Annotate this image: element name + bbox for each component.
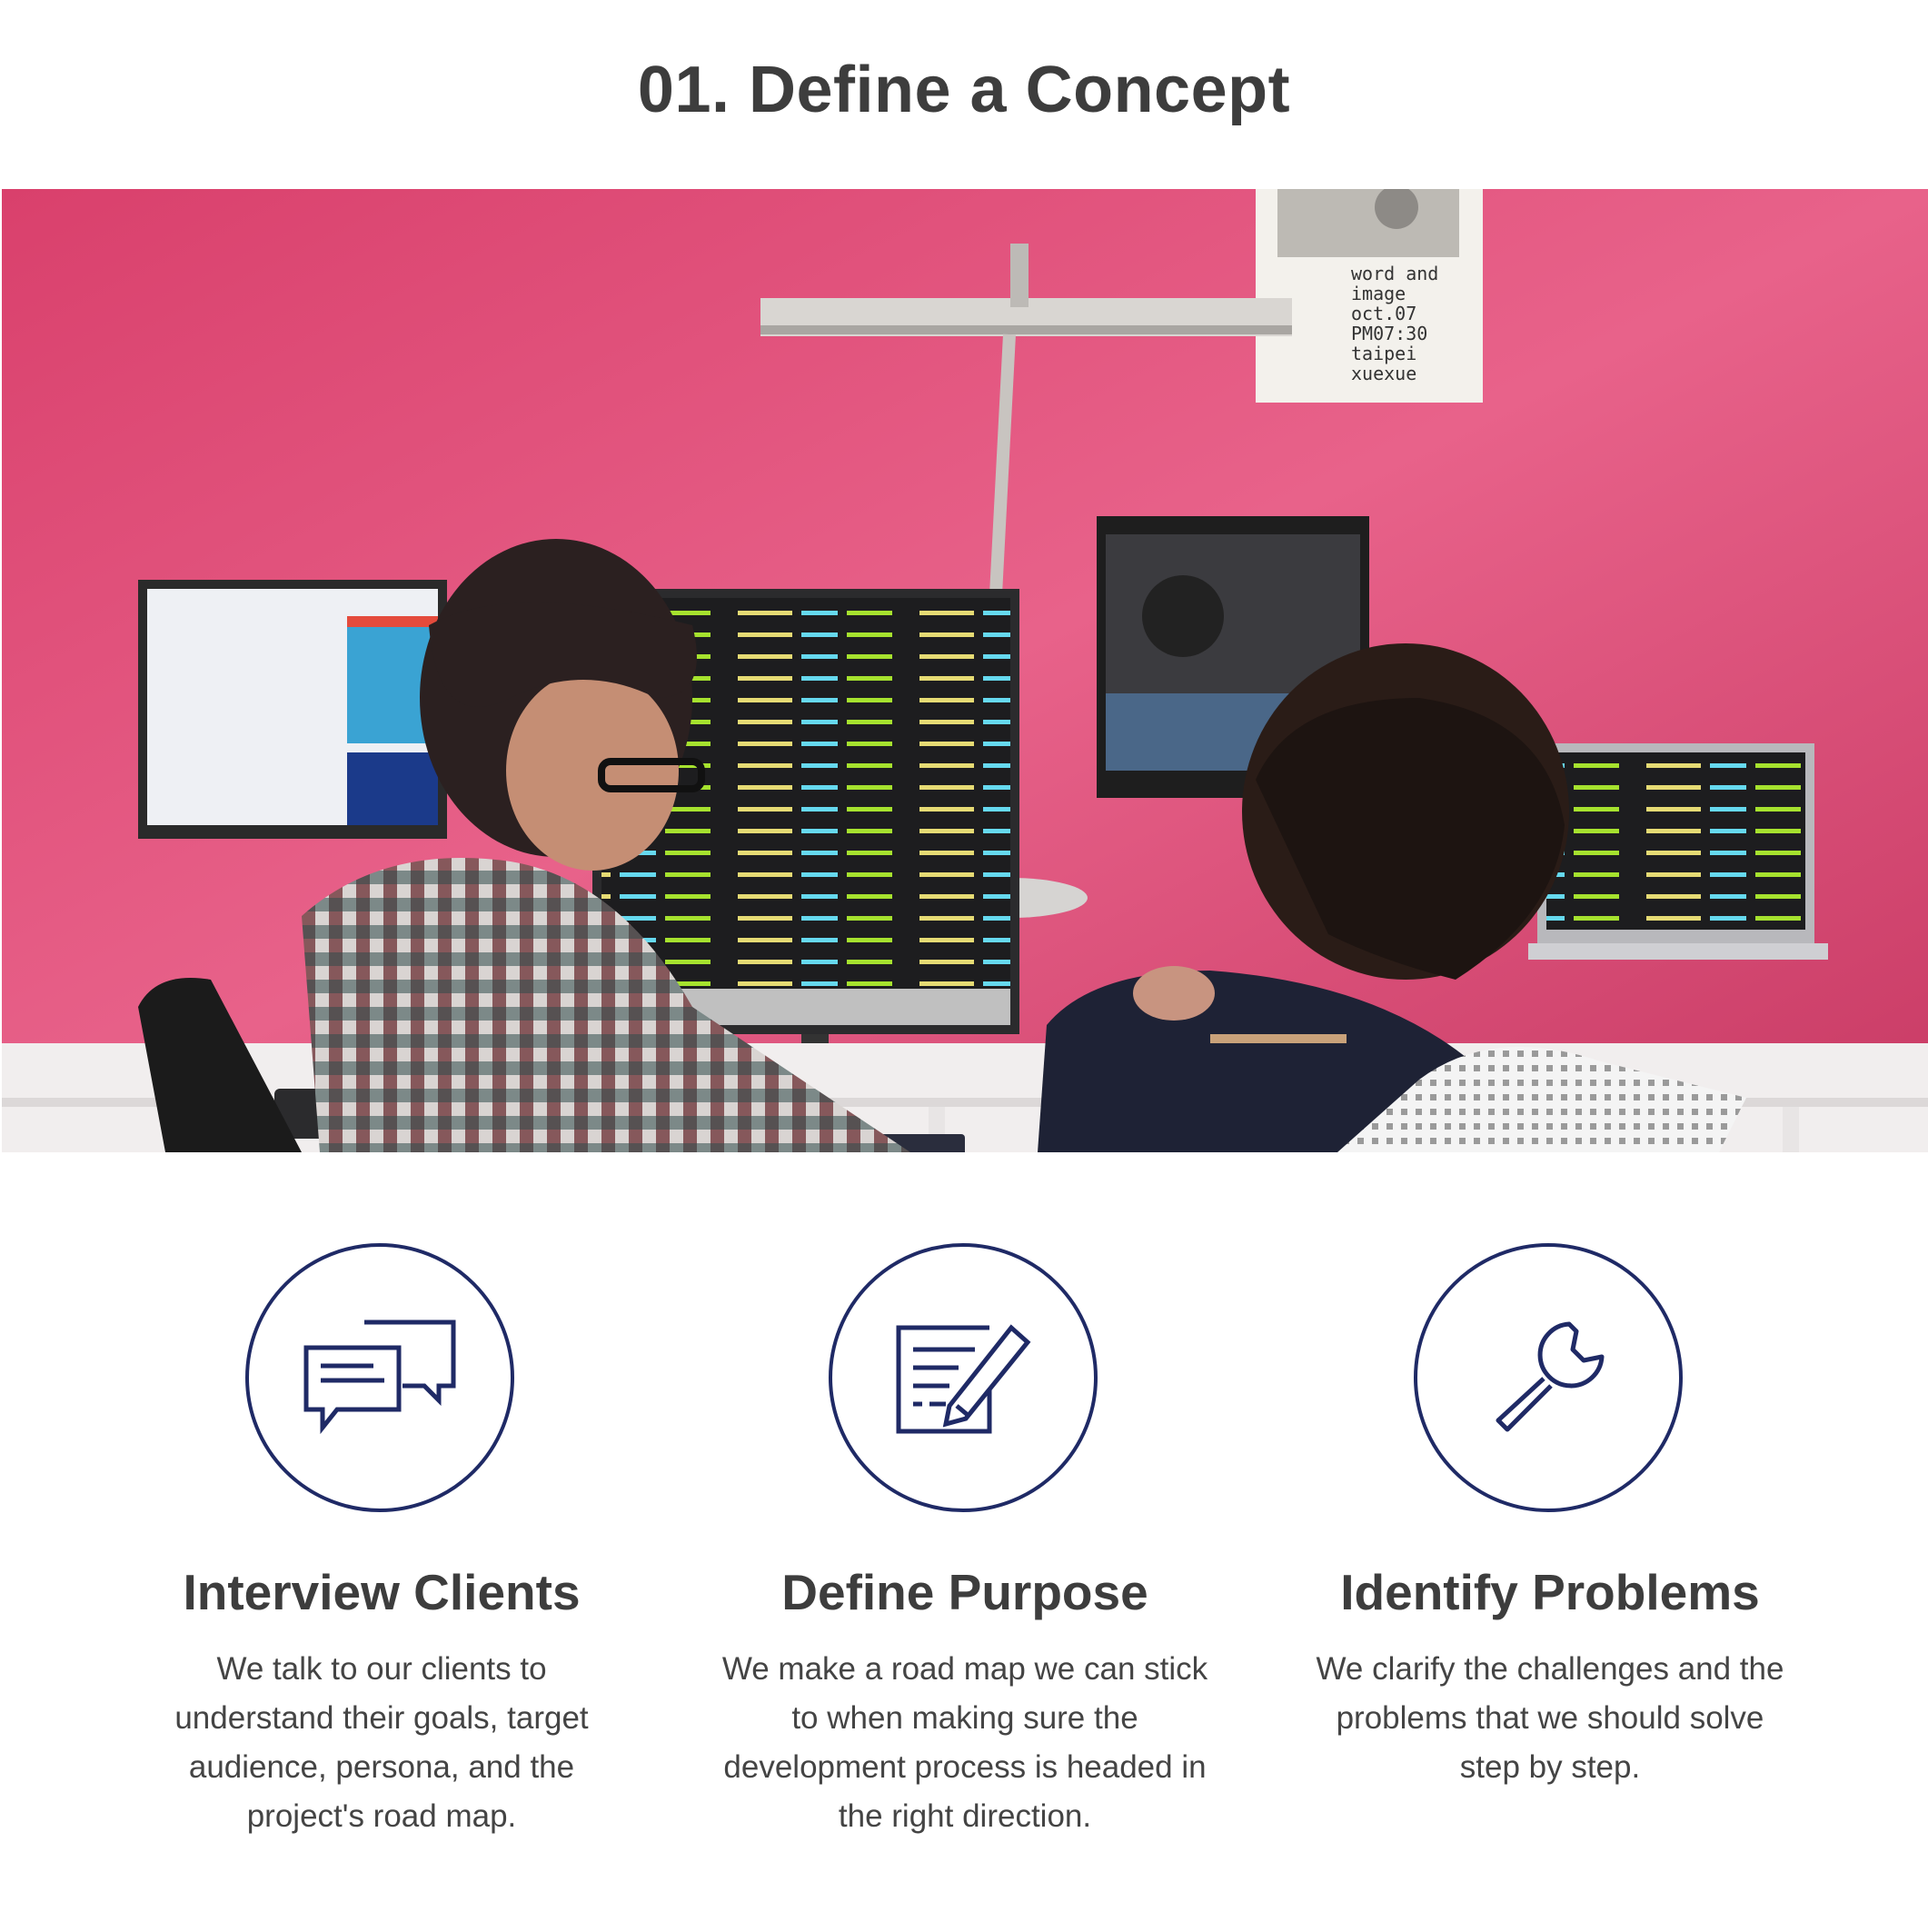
feature-title: Identify Problems [1340,1564,1760,1620]
feature-description-line: We talk to our clients to [216,1651,547,1687]
poster-line: taipei [1351,343,1416,364]
chat-bubbles-icon [303,1320,456,1435]
page-title: 01. Define a Concept [637,54,1291,126]
feature-list: Interview Clients We talk to our clients… [0,1236,1928,1872]
poster-line: oct.07 [1351,303,1416,324]
feature-description-line: step by step. [1459,1749,1641,1785]
laptop [1528,743,1828,960]
feature-description-line: development process is headed in [723,1749,1207,1785]
wall-poster: word and image oct.07 PM07:30 taipei xue… [1256,189,1483,403]
feature-description-line: audience, persona, and the [188,1749,575,1785]
document-pencil-icon [896,1324,1031,1434]
poster-line: image [1351,283,1406,304]
feature-description-line: project's road map. [246,1798,517,1834]
feature-title: Interview Clients [183,1564,581,1620]
feature-description-line: the right direction. [838,1798,1092,1834]
feature-description: We make a road map we can stick to when … [692,1645,1237,1841]
poster-line: word and [1351,263,1438,284]
icon-circle [1414,1243,1683,1512]
feature-description-line: problems that we should solve [1336,1700,1764,1736]
left-monitor [138,580,447,839]
icon-circle [829,1243,1098,1512]
feature-description: We clarify the challenges and the proble… [1277,1645,1823,1792]
poster-line: xuexue [1351,363,1416,384]
feature-title: Define Purpose [781,1564,1148,1620]
wrench-icon [1496,1321,1605,1432]
hero-photo: word and image oct.07 PM07:30 taipei xue… [2,189,1928,1152]
feature-description-line: to when making sure the [791,1700,1138,1736]
feature-description-line: We clarify the challenges and the [1316,1651,1784,1687]
feature-description-line: understand their goals, target [174,1700,589,1736]
feature-description: We talk to our clients to understand the… [109,1645,654,1841]
icon-circle [245,1243,514,1512]
poster-line: PM07:30 [1351,323,1427,344]
office-scene-illustration: word and image oct.07 PM07:30 taipei xue… [2,189,1928,1152]
feature-description-line: We make a road map we can stick [721,1651,1208,1687]
